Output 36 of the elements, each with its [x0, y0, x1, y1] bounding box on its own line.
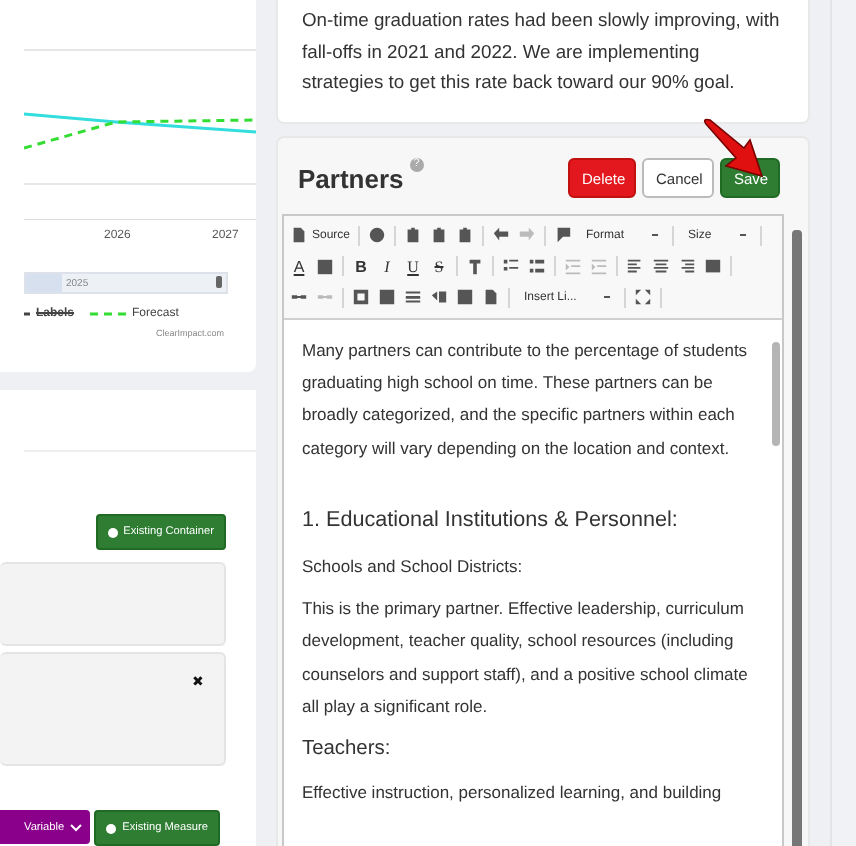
- frame-icon[interactable]: [352, 288, 370, 307]
- align-left-icon[interactable]: [626, 257, 644, 276]
- bold-button[interactable]: B: [352, 257, 370, 276]
- paste-icon[interactable]: [456, 226, 475, 245]
- preview-icon[interactable]: [368, 226, 387, 245]
- paste-icon[interactable]: [404, 226, 423, 245]
- align-right-icon[interactable]: [678, 257, 696, 276]
- paste-icon[interactable]: [430, 226, 449, 245]
- caret-icon: [70, 823, 83, 831]
- scrollbar[interactable]: [772, 341, 780, 445]
- subheading: Teachers:: [302, 735, 393, 764]
- numbered-list-icon[interactable]: [502, 257, 520, 276]
- strikethrough-button[interactable]: S: [430, 257, 448, 276]
- scrollbar[interactable]: [792, 230, 802, 846]
- paragraph: This is the primary partner. Effective leadership, curriculum development, teacher quality, school resources (including counselors and support staff), and a positive school climate all play a significant role.: [302, 595, 750, 721]
- undo-icon[interactable]: [492, 226, 511, 245]
- document-icon[interactable]: [290, 226, 308, 245]
- align-center-icon[interactable]: [652, 257, 670, 276]
- comment-icon[interactable]: [554, 226, 573, 245]
- section-title: Partners: [298, 163, 404, 193]
- horizontal-line-icon[interactable]: [404, 288, 422, 307]
- bullet-list-icon[interactable]: [528, 257, 546, 276]
- table-icon[interactable]: [378, 288, 396, 307]
- italic-button[interactable]: I: [378, 257, 396, 276]
- document-icon[interactable]: [482, 288, 500, 307]
- range-handle[interactable]: [216, 276, 222, 288]
- underline-button[interactable]: U: [404, 257, 422, 276]
- paragraph: Many partners can contribute to the percentage of students graduating high school on time. These partners can be broadly categorized, and the specific partners within each category will vary depending on the location and context.: [302, 337, 750, 462]
- heading: 1. Educational Institutions & Personnel:: [302, 506, 680, 537]
- text-color-button[interactable]: A: [290, 257, 308, 276]
- description-text: On-time graduation rates had been slowly improving, with fall-offs in 2021 and 2022. We are implementing strategies to get this rate back toward our 90% goal.: [302, 6, 782, 96]
- blockquote-icon[interactable]: [430, 288, 448, 307]
- maximize-icon[interactable]: [634, 288, 653, 307]
- paragraph: Effective instruction, personalized learning, and building: [302, 779, 724, 806]
- paragraph: Schools and School Districts:: [302, 553, 525, 580]
- clear-format-icon[interactable]: [466, 257, 484, 276]
